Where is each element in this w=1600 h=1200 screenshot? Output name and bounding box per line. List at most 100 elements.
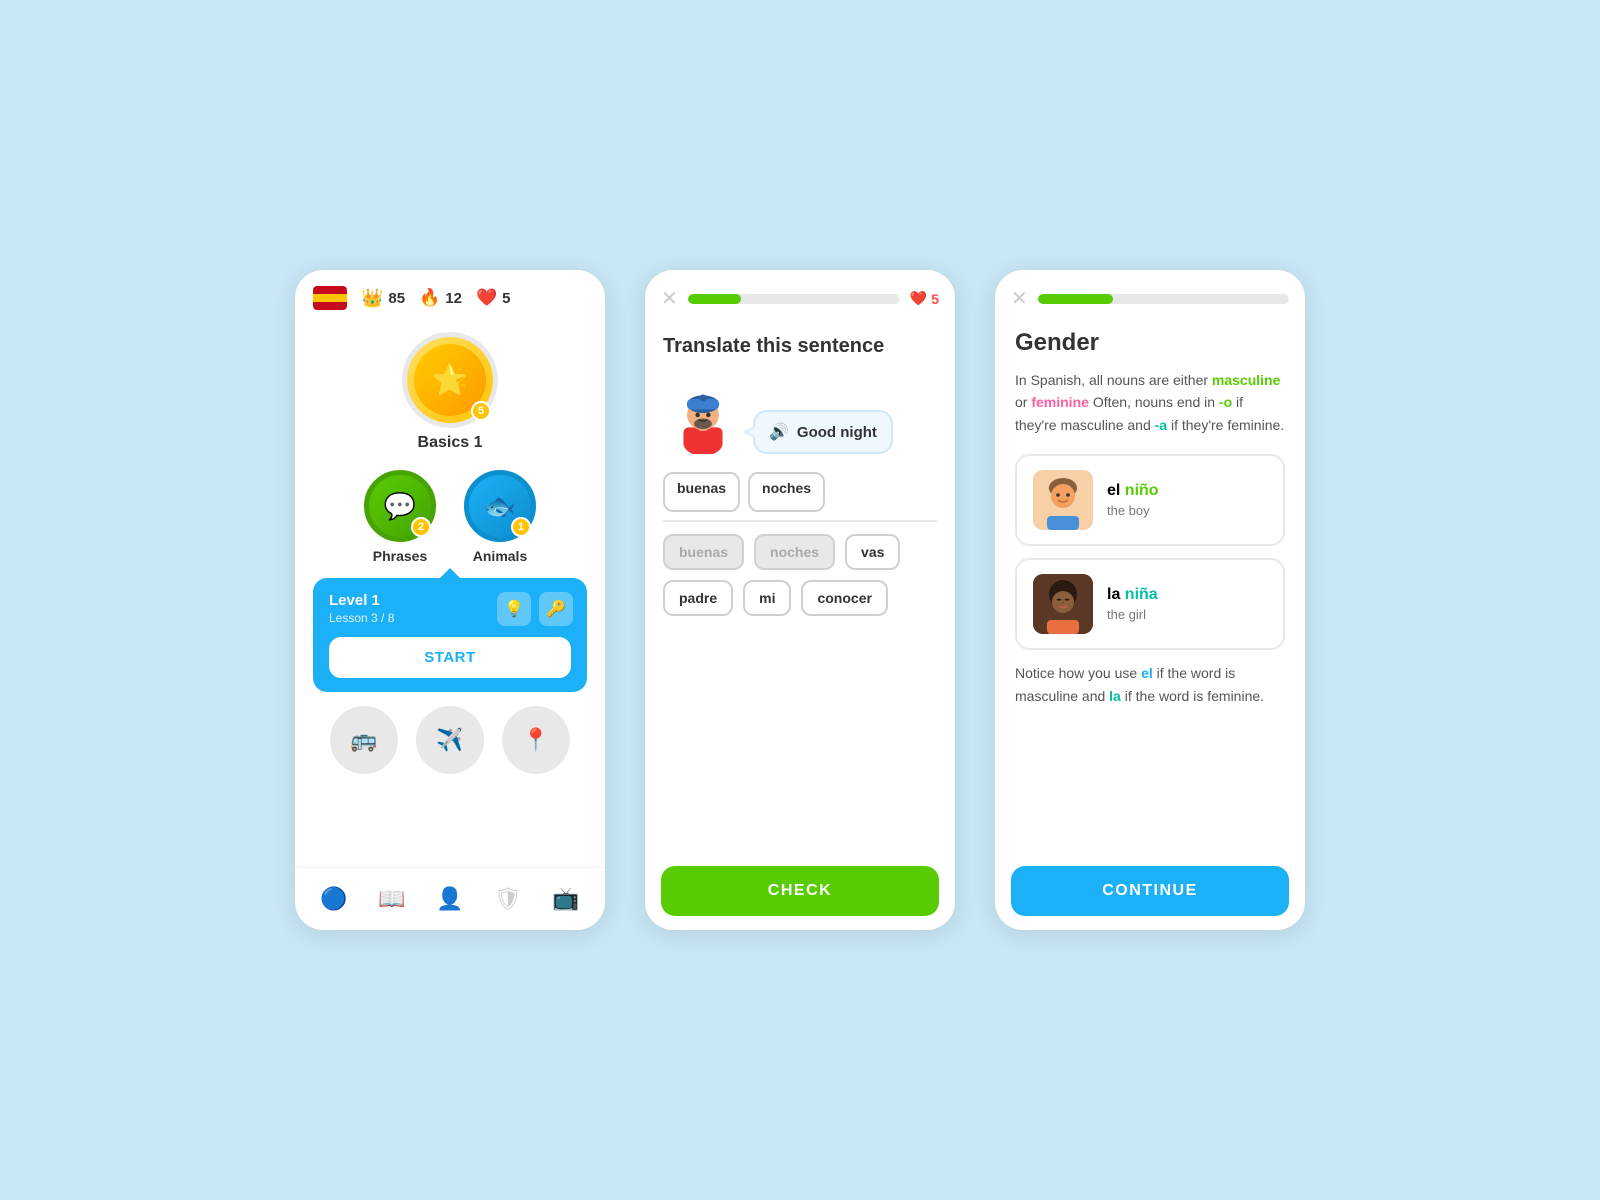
nav-shield-icon[interactable]: 🛡 bbox=[486, 882, 530, 916]
phrases-label: Phrases bbox=[373, 548, 427, 564]
boy-card: el niño the boy bbox=[1015, 454, 1285, 546]
check-button[interactable]: CHECK bbox=[661, 866, 939, 916]
key-icon-btn[interactable]: 🔑 bbox=[539, 592, 573, 626]
screen3-gender: ✕ Gender In Spanish, all nouns are eithe… bbox=[995, 270, 1305, 930]
boy-avatar bbox=[1033, 470, 1093, 530]
word-bank: buenas noches vas padre mi conocer bbox=[663, 534, 937, 616]
boy-spanish: el niño bbox=[1107, 482, 1267, 500]
phrases-circle[interactable]: 💬 2 bbox=[364, 470, 436, 542]
gender-description: In Spanish, all nouns are either masculi… bbox=[1015, 369, 1285, 436]
close-button-3[interactable]: ✕ bbox=[1011, 286, 1028, 311]
note-la: la bbox=[1109, 688, 1121, 704]
s3-header: ✕ bbox=[995, 270, 1305, 319]
desc-text-4: if they're feminine. bbox=[1171, 417, 1284, 433]
girl-spanish: la niña bbox=[1107, 586, 1267, 604]
boy-english: the boy bbox=[1107, 503, 1267, 518]
s3-footer: CONTINUE bbox=[995, 852, 1305, 930]
gender-title: Gender bbox=[1015, 329, 1285, 357]
girl-english: the girl bbox=[1107, 607, 1267, 622]
animals-wrap: 🐟 1 Animals bbox=[464, 470, 536, 564]
note-el: el bbox=[1141, 665, 1153, 681]
word-chip-buenas[interactable]: buenas bbox=[663, 534, 744, 570]
screen2-translate: ✕ ❤️ 5 Translate this sentence bbox=[645, 270, 955, 930]
progress-bar-3 bbox=[1038, 294, 1289, 304]
heart-stat: ❤️ 5 bbox=[476, 288, 511, 308]
word-chip-mi[interactable]: mi bbox=[743, 580, 791, 616]
answer-word-1[interactable]: buenas bbox=[663, 472, 740, 512]
hearts-count: 5 bbox=[502, 290, 510, 307]
phrases-badge: 2 bbox=[411, 517, 431, 537]
sub-circles: 💬 2 Phrases 🐟 1 Animals bbox=[364, 470, 536, 564]
phrases-wrap: 💬 2 Phrases bbox=[364, 470, 436, 564]
girl-nina: niña bbox=[1125, 586, 1158, 603]
progress-bar-fill-3 bbox=[1038, 294, 1113, 304]
locked-circles: 🚌 ✈️ 📍 bbox=[330, 706, 570, 774]
animals-circle[interactable]: 🐟 1 bbox=[464, 470, 536, 542]
boy-el: el bbox=[1107, 482, 1125, 499]
word-chip-padre[interactable]: padre bbox=[663, 580, 733, 616]
crown-icon: 👑 bbox=[361, 288, 383, 309]
screen1-home: 👑 85 🔥 12 ❤️ 5 🌟 5 Basics 1 bbox=[295, 270, 605, 930]
desc-text-2: Often, nouns end in bbox=[1093, 394, 1219, 410]
s1-header: 👑 85 🔥 12 ❤️ 5 bbox=[295, 270, 605, 322]
speech-bubble: 🔊 Good night bbox=[753, 410, 893, 454]
heart-icon-2: ❤️ bbox=[910, 290, 927, 307]
girl-card: la niña the girl bbox=[1015, 558, 1285, 650]
s3-main: Gender In Spanish, all nouns are either … bbox=[995, 319, 1305, 852]
speech-text: Good night bbox=[797, 424, 877, 441]
feminine-text: feminine bbox=[1031, 394, 1089, 410]
fire-icon: 🔥 bbox=[419, 288, 440, 308]
crown-stat: 👑 85 bbox=[361, 288, 405, 309]
answer-area[interactable]: buenas noches bbox=[663, 472, 937, 522]
word-chip-noches[interactable]: noches bbox=[754, 534, 835, 570]
note-text-3: if the word is feminine. bbox=[1121, 688, 1264, 704]
nav-profile-icon[interactable]: 👤 bbox=[428, 882, 471, 916]
screens-container: 👑 85 🔥 12 ❤️ 5 🌟 5 Basics 1 bbox=[255, 210, 1345, 990]
volume-icon[interactable]: 🔊 bbox=[769, 422, 789, 442]
girl-card-text: la niña the girl bbox=[1107, 586, 1267, 622]
desc-or: or bbox=[1015, 394, 1031, 410]
fire-count: 12 bbox=[445, 290, 462, 307]
animals-badge: 1 bbox=[511, 517, 531, 537]
nav-book-icon[interactable]: 📖 bbox=[370, 882, 413, 916]
crown-count: 85 bbox=[388, 290, 405, 307]
nav-tv-icon[interactable]: 📺 bbox=[544, 882, 587, 916]
desc-text-1: In Spanish, all nouns are either bbox=[1015, 372, 1208, 388]
nav-home-icon[interactable]: 🔵 bbox=[312, 882, 355, 916]
girl-avatar bbox=[1033, 574, 1093, 634]
gender-note: Notice how you use el if the word is mas… bbox=[1015, 662, 1285, 707]
close-button[interactable]: ✕ bbox=[661, 286, 678, 311]
progress-bar-fill bbox=[688, 294, 741, 304]
level-icons: 💡 🔑 bbox=[497, 592, 573, 626]
s2-main: Translate this sentence bbox=[645, 319, 955, 852]
hearts-count-2: 5 bbox=[931, 291, 939, 307]
progress-bar bbox=[688, 294, 900, 304]
masculine-text: masculine bbox=[1212, 372, 1280, 388]
word-chip-vas[interactable]: vas bbox=[845, 534, 900, 570]
continue-button[interactable]: CONTINUE bbox=[1011, 866, 1289, 916]
basics-label: Basics 1 bbox=[418, 434, 483, 452]
heart-icon: ❤️ bbox=[476, 288, 497, 308]
word-chip-conocer[interactable]: conocer bbox=[801, 580, 887, 616]
girl-la: la bbox=[1107, 586, 1125, 603]
lightbulb-icon-btn[interactable]: 💡 bbox=[497, 592, 531, 626]
locked-circle-1: 🚌 bbox=[330, 706, 398, 774]
locked-circle-3: 📍 bbox=[502, 706, 570, 774]
spain-flag-icon bbox=[313, 286, 347, 310]
boy-card-text: el niño the boy bbox=[1107, 482, 1267, 518]
s2-footer: CHECK bbox=[645, 852, 955, 930]
s1-main: 🌟 5 Basics 1 💬 2 Phrases 🐟 1 bbox=[295, 322, 605, 867]
locked-circle-2: ✈️ bbox=[416, 706, 484, 774]
s1-nav: 🔵 📖 👤 🛡 📺 bbox=[295, 867, 605, 930]
animals-label: Animals bbox=[473, 548, 527, 564]
basics-circle[interactable]: 🌟 5 bbox=[402, 332, 498, 428]
basics-badge: 5 bbox=[471, 401, 491, 421]
character-area: 🔊 Good night bbox=[663, 374, 937, 454]
start-button[interactable]: START bbox=[329, 637, 571, 678]
hearts-badge: ❤️ 5 bbox=[910, 290, 939, 307]
translate-title: Translate this sentence bbox=[663, 335, 937, 358]
level-box: 💡 🔑 Level 1 Lesson 3 / 8 START bbox=[313, 578, 587, 692]
answer-word-2[interactable]: noches bbox=[748, 472, 825, 512]
character-illustration bbox=[663, 374, 743, 454]
fire-stat: 🔥 12 bbox=[419, 288, 462, 308]
